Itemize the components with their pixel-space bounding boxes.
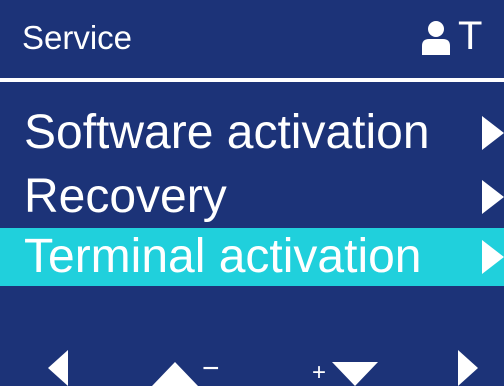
menu-item-recovery[interactable]: Recovery	[0, 168, 504, 226]
menu-item-terminal-activation[interactable]: Terminal activation	[0, 228, 504, 286]
menu-item-label: Terminal activation	[24, 230, 422, 283]
service-screen: Service T Software activation Recovery T…	[0, 0, 504, 386]
menu-item-software-activation[interactable]: Software activation	[0, 104, 504, 162]
user-icon	[422, 21, 450, 55]
header-right-text: T	[458, 14, 483, 58]
minus-label: −	[202, 352, 220, 385]
arrow-down-icon[interactable]	[332, 362, 378, 386]
header-bar: Service T	[0, 0, 504, 74]
menu-item-label: Software activation	[24, 106, 430, 159]
plus-label: +	[312, 359, 327, 386]
page-title: Service	[22, 19, 133, 56]
chevron-right-icon	[482, 180, 504, 214]
chevron-right-icon	[482, 240, 504, 274]
header-divider	[0, 78, 504, 82]
menu-item-label: Recovery	[24, 170, 227, 223]
arrow-up-icon[interactable]	[152, 362, 198, 386]
arrow-left-icon[interactable]	[48, 350, 68, 386]
chevron-right-icon	[482, 116, 504, 150]
arrow-right-icon[interactable]	[458, 350, 478, 386]
footer-bar: − +	[0, 338, 504, 386]
